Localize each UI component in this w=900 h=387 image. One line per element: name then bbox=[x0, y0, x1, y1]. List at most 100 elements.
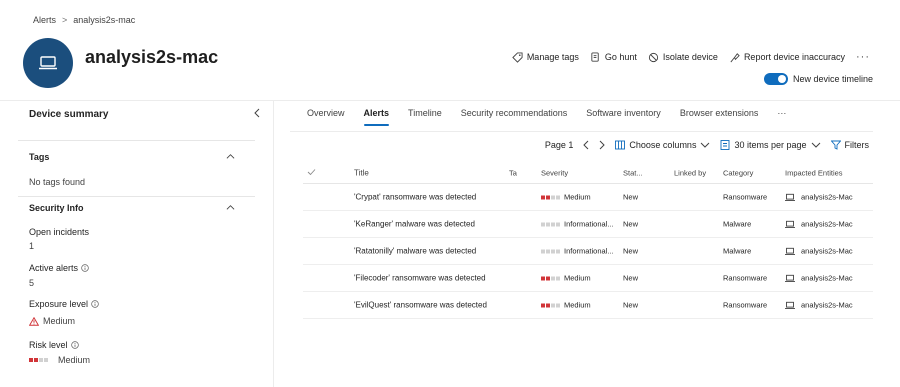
tab-timeline[interactable]: Timeline bbox=[408, 108, 442, 126]
tabs-divider bbox=[290, 131, 873, 132]
table-row[interactable]: 'Ratatonilly' malware was detected Infor… bbox=[303, 238, 873, 265]
risk-level-value: Medium bbox=[58, 355, 91, 365]
table-row[interactable]: 'EvilQuest' ransomware was detected Medi… bbox=[303, 292, 873, 319]
risk-level-label: Risk level bbox=[29, 340, 68, 350]
tab-software-inventory[interactable]: Software inventory bbox=[586, 108, 661, 126]
severity-cell: Informational... bbox=[541, 220, 614, 229]
open-incidents-value: 1 bbox=[29, 241, 35, 251]
page-indicator: Page 1 bbox=[544, 140, 574, 150]
device-tabs: Overview Alerts Timeline Security recomm… bbox=[307, 108, 786, 126]
exposure-level-value: Medium bbox=[43, 316, 76, 326]
laptop-icon bbox=[785, 247, 795, 255]
category-text: Ransomware bbox=[723, 192, 768, 202]
chevron-up-icon[interactable] bbox=[226, 203, 235, 212]
isolate-device-button[interactable]: Isolate device bbox=[648, 52, 718, 63]
category-text: Malware bbox=[723, 219, 752, 229]
select-all-checkbox[interactable] bbox=[307, 168, 316, 178]
checkmark-icon bbox=[307, 168, 316, 175]
severity-text: Medium bbox=[564, 192, 591, 202]
chevron-right-icon[interactable] bbox=[599, 140, 606, 150]
header-impacted-entities[interactable]: Impacted Entities bbox=[785, 168, 843, 177]
severity-bar bbox=[541, 222, 560, 226]
choose-columns-label: Choose columns bbox=[629, 140, 697, 150]
device-action-bar: Manage tags Go hunt Isolate device Repor… bbox=[512, 51, 870, 63]
choose-columns-button[interactable]: Choose columns bbox=[615, 140, 710, 150]
severity-text: Informational... bbox=[564, 219, 614, 229]
severity-bar bbox=[541, 249, 560, 253]
risk-level-value-row: Medium bbox=[29, 355, 90, 365]
table-header: Title Ta Severity Stat... Linked by Cate… bbox=[303, 162, 873, 184]
status-text: New bbox=[623, 219, 639, 229]
laptop-icon bbox=[785, 301, 795, 309]
page-icon bbox=[721, 140, 730, 150]
chevron-up-icon[interactable] bbox=[226, 152, 235, 161]
filters-button[interactable]: Filters bbox=[830, 140, 869, 150]
manage-tags-button[interactable]: Manage tags bbox=[512, 51, 579, 63]
entity-cell[interactable]: analysis2s-Mac bbox=[785, 220, 853, 229]
new-timeline-toggle[interactable] bbox=[763, 73, 788, 85]
severity-text: Informational... bbox=[564, 246, 614, 256]
tabs-more-button[interactable]: ··· bbox=[777, 108, 786, 126]
table-row[interactable]: 'Crypat' ransomware was detected Medium … bbox=[303, 184, 873, 211]
laptop-icon bbox=[785, 220, 795, 228]
status-text: New bbox=[623, 300, 639, 310]
header-divider bbox=[0, 100, 900, 101]
severity-cell: Informational... bbox=[541, 247, 614, 256]
status-text: New bbox=[623, 246, 639, 256]
alert-title[interactable]: 'Filecoder' ransomware was detected bbox=[354, 274, 486, 283]
status-text: New bbox=[623, 273, 639, 283]
items-per-page-dropdown[interactable]: 30 items per page bbox=[720, 140, 820, 150]
report-inaccuracy-button[interactable]: Report device inaccuracy bbox=[729, 52, 845, 63]
breadcrumb-alerts-link[interactable]: Alerts bbox=[33, 15, 56, 25]
panel-divider bbox=[273, 100, 274, 387]
tab-security-recommendations[interactable]: Security recommendations bbox=[461, 108, 568, 126]
filter-icon bbox=[830, 140, 841, 150]
exposure-level-label: Exposure level bbox=[29, 299, 89, 309]
alert-title[interactable]: 'Crypat' ransomware was detected bbox=[354, 193, 476, 202]
header-ta[interactable]: Ta bbox=[509, 168, 517, 177]
table-row[interactable]: 'Filecoder' ransomware was detected Medi… bbox=[303, 265, 873, 292]
laptop-icon bbox=[785, 193, 795, 201]
table-row[interactable]: 'KeRanger' malware was detected Informat… bbox=[303, 211, 873, 238]
entity-text: analysis2s-Mac bbox=[801, 273, 853, 283]
entity-cell[interactable]: analysis2s-Mac bbox=[785, 301, 853, 310]
chevron-left-icon[interactable] bbox=[583, 140, 589, 150]
device-summary-title: Device summary bbox=[29, 109, 109, 120]
entity-cell[interactable]: analysis2s-Mac bbox=[785, 193, 853, 202]
more-actions-button[interactable]: ··· bbox=[856, 51, 870, 63]
risk-severity-bar bbox=[29, 358, 48, 362]
chevron-down-icon bbox=[811, 142, 820, 148]
report-icon bbox=[730, 52, 740, 62]
collapse-panel-button[interactable] bbox=[253, 108, 260, 121]
go-hunt-label: Go hunt bbox=[604, 52, 637, 62]
entity-cell[interactable]: analysis2s-Mac bbox=[785, 274, 853, 283]
category-text: Malware bbox=[723, 246, 752, 256]
entity-cell[interactable]: analysis2s-Mac bbox=[785, 247, 853, 256]
alert-title[interactable]: 'KeRanger' malware was detected bbox=[354, 220, 475, 229]
category-text: Ransomware bbox=[723, 300, 768, 310]
header-title[interactable]: Title bbox=[354, 168, 369, 177]
severity-cell: Medium bbox=[541, 274, 591, 283]
tab-browser-extensions[interactable]: Browser extensions bbox=[680, 108, 759, 126]
alert-title[interactable]: 'EvilQuest' ransomware was detected bbox=[354, 301, 487, 310]
header-category[interactable]: Category bbox=[723, 168, 753, 177]
tab-alerts[interactable]: Alerts bbox=[363, 108, 389, 126]
risk-level-row: Risk level bbox=[29, 340, 79, 350]
exposure-level-row: Exposure level bbox=[29, 299, 99, 309]
info-icon[interactable] bbox=[81, 264, 89, 272]
info-icon[interactable] bbox=[70, 341, 79, 349]
entity-text: analysis2s-Mac bbox=[801, 219, 853, 229]
alert-title[interactable]: 'Ratatonilly' malware was detected bbox=[354, 247, 476, 256]
manage-tags-label: Manage tags bbox=[526, 52, 579, 62]
tab-overview[interactable]: Overview bbox=[307, 108, 345, 126]
go-hunt-button[interactable]: Go hunt bbox=[590, 51, 637, 63]
header-severity[interactable]: Severity bbox=[541, 168, 568, 177]
info-icon[interactable] bbox=[91, 300, 99, 308]
active-alerts-row: Active alerts bbox=[29, 263, 89, 273]
severity-bar bbox=[541, 276, 560, 280]
laptop-icon bbox=[785, 274, 795, 282]
header-status[interactable]: Stat... bbox=[623, 168, 643, 177]
severity-bar bbox=[541, 195, 560, 199]
header-linked-by[interactable]: Linked by bbox=[674, 168, 706, 177]
entity-text: analysis2s-Mac bbox=[801, 246, 853, 256]
